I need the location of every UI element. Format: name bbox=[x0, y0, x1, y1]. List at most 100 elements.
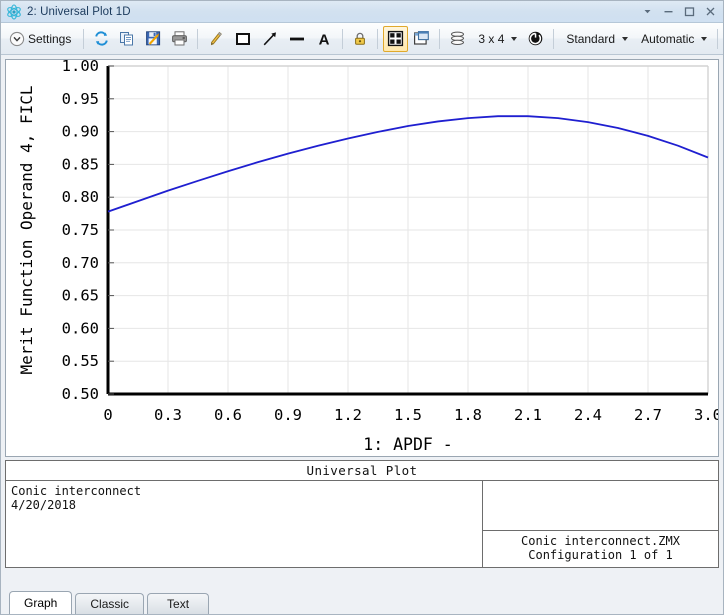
tab-graph[interactable]: Graph bbox=[9, 591, 72, 614]
toolbar-separator bbox=[342, 29, 343, 49]
y-tick-label: 0.50 bbox=[62, 385, 99, 403]
style-dropdown[interactable]: Standard bbox=[559, 26, 633, 52]
size-dropdown[interactable]: 3 x 4 bbox=[471, 26, 522, 52]
window-controls bbox=[637, 3, 721, 21]
minimize-icon bbox=[663, 6, 674, 17]
y-tick-label: 0.90 bbox=[62, 123, 99, 141]
plot-info-box: Universal Plot Conic interconnect 4/20/2… bbox=[5, 460, 719, 568]
arrow-tool-button[interactable] bbox=[257, 26, 283, 52]
titlebar-dropdown-button[interactable] bbox=[637, 3, 658, 21]
x-tick-label: 2.4 bbox=[574, 406, 602, 424]
plot-info-filename: Conic interconnect.ZMX bbox=[521, 534, 680, 548]
view-tabbar: Graph Classic Text bbox=[1, 568, 723, 614]
save-icon bbox=[145, 30, 162, 47]
universal-plot-chart: 0.500.550.600.650.700.750.800.850.900.95… bbox=[6, 60, 719, 456]
window-title: 2: Universal Plot 1D bbox=[27, 6, 637, 18]
power-icon bbox=[527, 30, 544, 47]
atom-icon bbox=[6, 4, 22, 20]
y-tick-label: 0.65 bbox=[62, 287, 99, 305]
toolbar-separator bbox=[439, 29, 440, 49]
x-tick-label: 1.8 bbox=[454, 406, 482, 424]
chevron-circle-down-icon bbox=[9, 31, 25, 47]
toolbar-separator bbox=[377, 29, 378, 49]
tab-text[interactable]: Text bbox=[147, 593, 209, 614]
save-button[interactable] bbox=[141, 26, 166, 52]
settings-button[interactable]: Settings bbox=[5, 26, 78, 52]
power-button[interactable] bbox=[523, 26, 548, 52]
arrow-icon bbox=[261, 30, 279, 48]
x-tick-label: 1.5 bbox=[394, 406, 422, 424]
x-axis-ticks: 0 0.3 0.6 0.9 1.2 1.5 1.8 2.1 2.4 2.7 3.0 bbox=[103, 406, 719, 424]
x-tick-label: 1.2 bbox=[334, 406, 362, 424]
x-tick-label: 2.1 bbox=[514, 406, 542, 424]
refresh-icon bbox=[93, 30, 110, 47]
rectangle-icon bbox=[234, 30, 252, 48]
chevron-down-icon bbox=[701, 37, 707, 41]
x-tick-label: 0.9 bbox=[274, 406, 302, 424]
x-tick-label: 0 bbox=[103, 406, 112, 424]
y-tick-label: 0.75 bbox=[62, 221, 99, 239]
x-tick-label: 2.7 bbox=[634, 406, 662, 424]
close-button[interactable] bbox=[700, 3, 721, 21]
line-tool-button[interactable] bbox=[284, 26, 310, 52]
pencil-tool-button[interactable] bbox=[203, 26, 229, 52]
plot-info-left: Conic interconnect 4/20/2018 bbox=[6, 481, 483, 567]
grid-four-icon bbox=[387, 30, 404, 47]
y-tick-label: 0.60 bbox=[62, 319, 99, 337]
print-button[interactable] bbox=[167, 26, 192, 52]
y-axis-ticks: 0.500.550.600.650.700.750.800.850.900.95… bbox=[62, 60, 114, 403]
window-button[interactable] bbox=[409, 26, 434, 52]
close-icon bbox=[705, 6, 716, 17]
plot-info-body: Conic interconnect 4/20/2018 Conic inter… bbox=[6, 481, 718, 567]
y-axis-label: Merit Function Operand 4, FICL bbox=[17, 86, 36, 375]
chevron-down-icon bbox=[622, 37, 628, 41]
toolbar-separator bbox=[197, 29, 198, 49]
size-dropdown-label: 3 x 4 bbox=[475, 32, 507, 46]
tab-graph-label: Graph bbox=[24, 596, 57, 610]
plot-info-date: 4/20/2018 bbox=[11, 498, 477, 512]
toolbar-separator bbox=[717, 29, 718, 49]
tab-text-label: Text bbox=[167, 597, 189, 611]
x-tick-label: 3.0 bbox=[694, 406, 719, 424]
plot-info-configuration: Configuration 1 of 1 bbox=[528, 548, 673, 562]
grid-layout-button[interactable] bbox=[383, 26, 408, 52]
plot-info-lens-name: Conic interconnect bbox=[11, 484, 477, 498]
plot-info-right-top bbox=[483, 481, 718, 531]
tab-classic-label: Classic bbox=[90, 597, 129, 611]
toolbar-separator bbox=[553, 29, 554, 49]
style-dropdown-label: Standard bbox=[563, 32, 618, 46]
text-tool-button[interactable]: A bbox=[311, 26, 337, 52]
layers-icon bbox=[449, 30, 466, 47]
maximize-button[interactable] bbox=[679, 3, 700, 21]
line-icon bbox=[288, 30, 306, 48]
minimize-button[interactable] bbox=[658, 3, 679, 21]
plot-canvas[interactable]: 0.500.550.600.650.700.750.800.850.900.95… bbox=[5, 59, 719, 457]
main-toolbar: Settings bbox=[1, 23, 723, 55]
lock-button[interactable] bbox=[348, 26, 372, 52]
refresh-button[interactable] bbox=[89, 26, 114, 52]
universal-plot-window: 2: Universal Plot 1D bbox=[0, 0, 724, 615]
y-tick-label: 0.85 bbox=[62, 155, 99, 173]
rectangle-tool-button[interactable] bbox=[230, 26, 256, 52]
toolbar-separator bbox=[83, 29, 84, 49]
window-titlebar: 2: Universal Plot 1D bbox=[1, 1, 723, 23]
maximize-icon bbox=[684, 6, 695, 17]
settings-label: Settings bbox=[25, 32, 74, 46]
text-a-icon: A bbox=[315, 30, 333, 48]
plot-info-title: Universal Plot bbox=[6, 461, 718, 481]
print-icon bbox=[171, 30, 188, 47]
copy-icon bbox=[119, 30, 136, 47]
y-tick-label: 0.80 bbox=[62, 188, 99, 206]
scale-dropdown-label: Automatic bbox=[638, 32, 697, 46]
plot-info-right: Conic interconnect.ZMX Configuration 1 o… bbox=[483, 481, 718, 567]
x-tick-label: 0.3 bbox=[154, 406, 182, 424]
y-tick-label: 0.55 bbox=[62, 352, 99, 370]
x-tick-label: 0.6 bbox=[214, 406, 242, 424]
layers-button[interactable] bbox=[445, 26, 470, 52]
scale-dropdown[interactable]: Automatic bbox=[634, 26, 712, 52]
lock-icon bbox=[352, 31, 368, 47]
svg-text:A: A bbox=[319, 31, 330, 47]
copy-button[interactable] bbox=[115, 26, 140, 52]
tab-classic[interactable]: Classic bbox=[75, 593, 144, 614]
chevron-down-icon bbox=[511, 37, 517, 41]
